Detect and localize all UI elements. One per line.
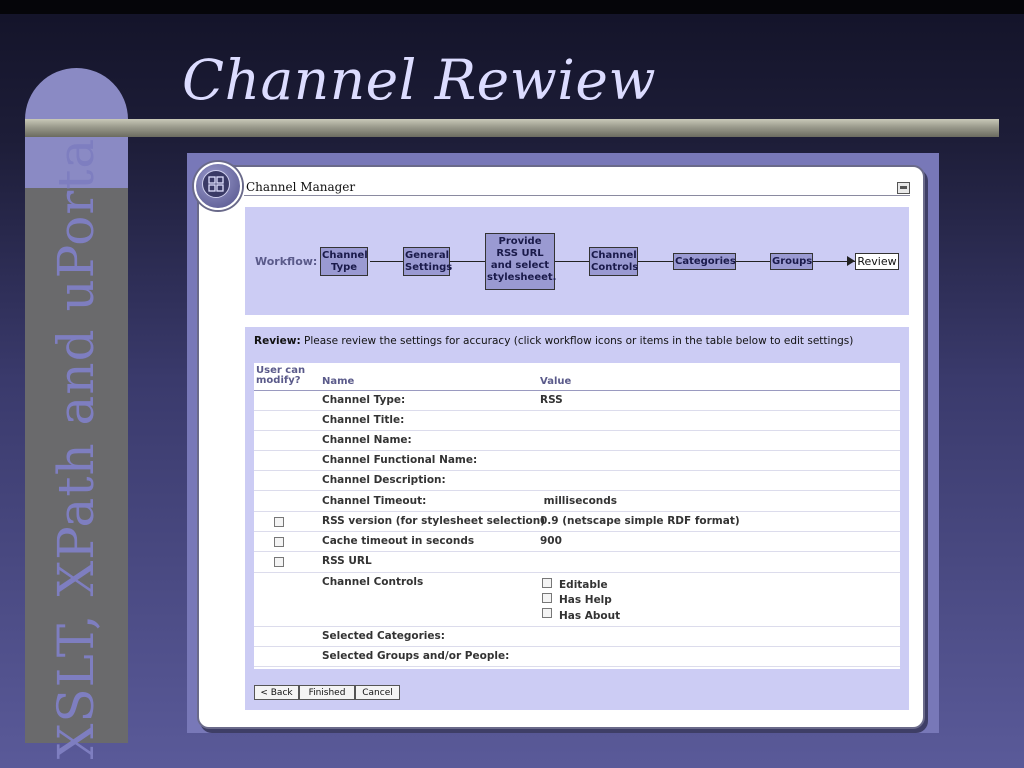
- row-value: 900: [540, 535, 562, 547]
- row-name: RSS URL: [322, 555, 372, 567]
- row-name: Selected Categories:: [322, 630, 445, 642]
- column-header-modify: User can modify?: [256, 365, 306, 386]
- portal-orb[interactable]: [194, 162, 242, 210]
- portal-grid-icon: [202, 170, 230, 198]
- row-name: Channel Timeout:: [322, 495, 427, 507]
- has-about-checkbox[interactable]: [542, 608, 552, 618]
- row-name: Channel Controls: [322, 576, 424, 588]
- top-bar: [0, 0, 1024, 14]
- row-value: milliseconds: [540, 495, 618, 507]
- row-name: Channel Description:: [322, 474, 446, 486]
- table-row[interactable]: Cache timeout in seconds 900: [254, 532, 900, 552]
- workflow-arrow-icon: [847, 256, 855, 266]
- table-row[interactable]: Channel Type: RSS: [254, 391, 900, 411]
- row-value: RSS: [540, 394, 563, 406]
- has-about-label: Has About: [559, 610, 621, 622]
- has-help-label: Has Help: [559, 594, 612, 606]
- back-button[interactable]: < Back: [254, 685, 299, 700]
- modify-checkbox[interactable]: [274, 517, 284, 527]
- window-title: Channel Manager: [246, 180, 356, 194]
- table-row[interactable]: RSS URL: [254, 552, 900, 573]
- row-name: Selected Groups and/or People:: [322, 650, 510, 662]
- table-row[interactable]: Channel Controls Editable Has Help Has A…: [254, 573, 900, 627]
- column-header-value: Value: [540, 376, 572, 387]
- title-rule: [25, 119, 999, 137]
- review-band: Review: Please review the settings for a…: [245, 327, 909, 710]
- workflow-step-categories[interactable]: Categories: [673, 253, 736, 270]
- finished-button[interactable]: Finished: [299, 685, 355, 700]
- table-row[interactable]: Channel Name:: [254, 431, 900, 451]
- review-intro-bold: Review:: [254, 335, 301, 347]
- workflow-step-rss-url[interactable]: Provide RSS URL and select stylesheeet.: [485, 233, 556, 290]
- table-row[interactable]: Selected Categories:: [254, 627, 900, 647]
- has-help-checkbox[interactable]: [542, 593, 552, 603]
- column-header-name: Name: [322, 376, 355, 387]
- workflow-band: Workflow: Channel Type General Settings Pr…: [245, 207, 909, 315]
- modify-checkbox[interactable]: [274, 537, 284, 547]
- workflow-step-review[interactable]: Review: [855, 253, 899, 270]
- table-row[interactable]: RSS version (for stylesheet selection) 0…: [254, 512, 900, 532]
- review-intro: Review: Please review the settings for a…: [254, 335, 853, 347]
- minimize-icon[interactable]: [897, 182, 910, 194]
- row-name: Channel Functional Name:: [322, 454, 478, 466]
- modify-checkbox[interactable]: [274, 557, 284, 567]
- slide-title: Channel Rewiew: [182, 48, 657, 112]
- editable-checkbox[interactable]: [542, 578, 552, 588]
- row-name: Channel Type:: [322, 394, 406, 406]
- review-intro-text: Please review the settings for accuracy …: [300, 335, 854, 347]
- sidebar-vertical-text: XSLT, XPath and uPortal: [47, 120, 105, 760]
- workflow-step-channel-type[interactable]: Channel Type: [320, 247, 368, 276]
- settings-table: User can modify? Name Value Channel Type…: [254, 363, 900, 669]
- editable-label: Editable: [559, 579, 608, 591]
- workflow-step-channel-controls[interactable]: Channel Controls: [589, 247, 638, 276]
- workflow-label: Workflow:: [255, 255, 318, 268]
- cancel-button[interactable]: Cancel: [355, 685, 400, 700]
- table-row[interactable]: Channel Description:: [254, 471, 900, 491]
- table-row[interactable]: Channel Timeout: milliseconds: [254, 492, 900, 512]
- workflow-step-general-settings[interactable]: General Settings: [403, 247, 452, 276]
- row-name: Channel Title:: [322, 414, 405, 426]
- row-name: Channel Name:: [322, 434, 412, 446]
- table-row[interactable]: Channel Title:: [254, 411, 900, 431]
- table-row[interactable]: Selected Groups and/or People:: [254, 647, 900, 667]
- window-title-rule: [244, 195, 910, 196]
- table-row[interactable]: Channel Functional Name:: [254, 451, 900, 471]
- row-value: 0.9 (netscape simple RDF format): [540, 515, 740, 527]
- workflow-step-groups[interactable]: Groups: [770, 253, 813, 270]
- row-name: Cache timeout in seconds: [322, 535, 475, 547]
- row-name: RSS version (for stylesheet selection): [322, 515, 546, 527]
